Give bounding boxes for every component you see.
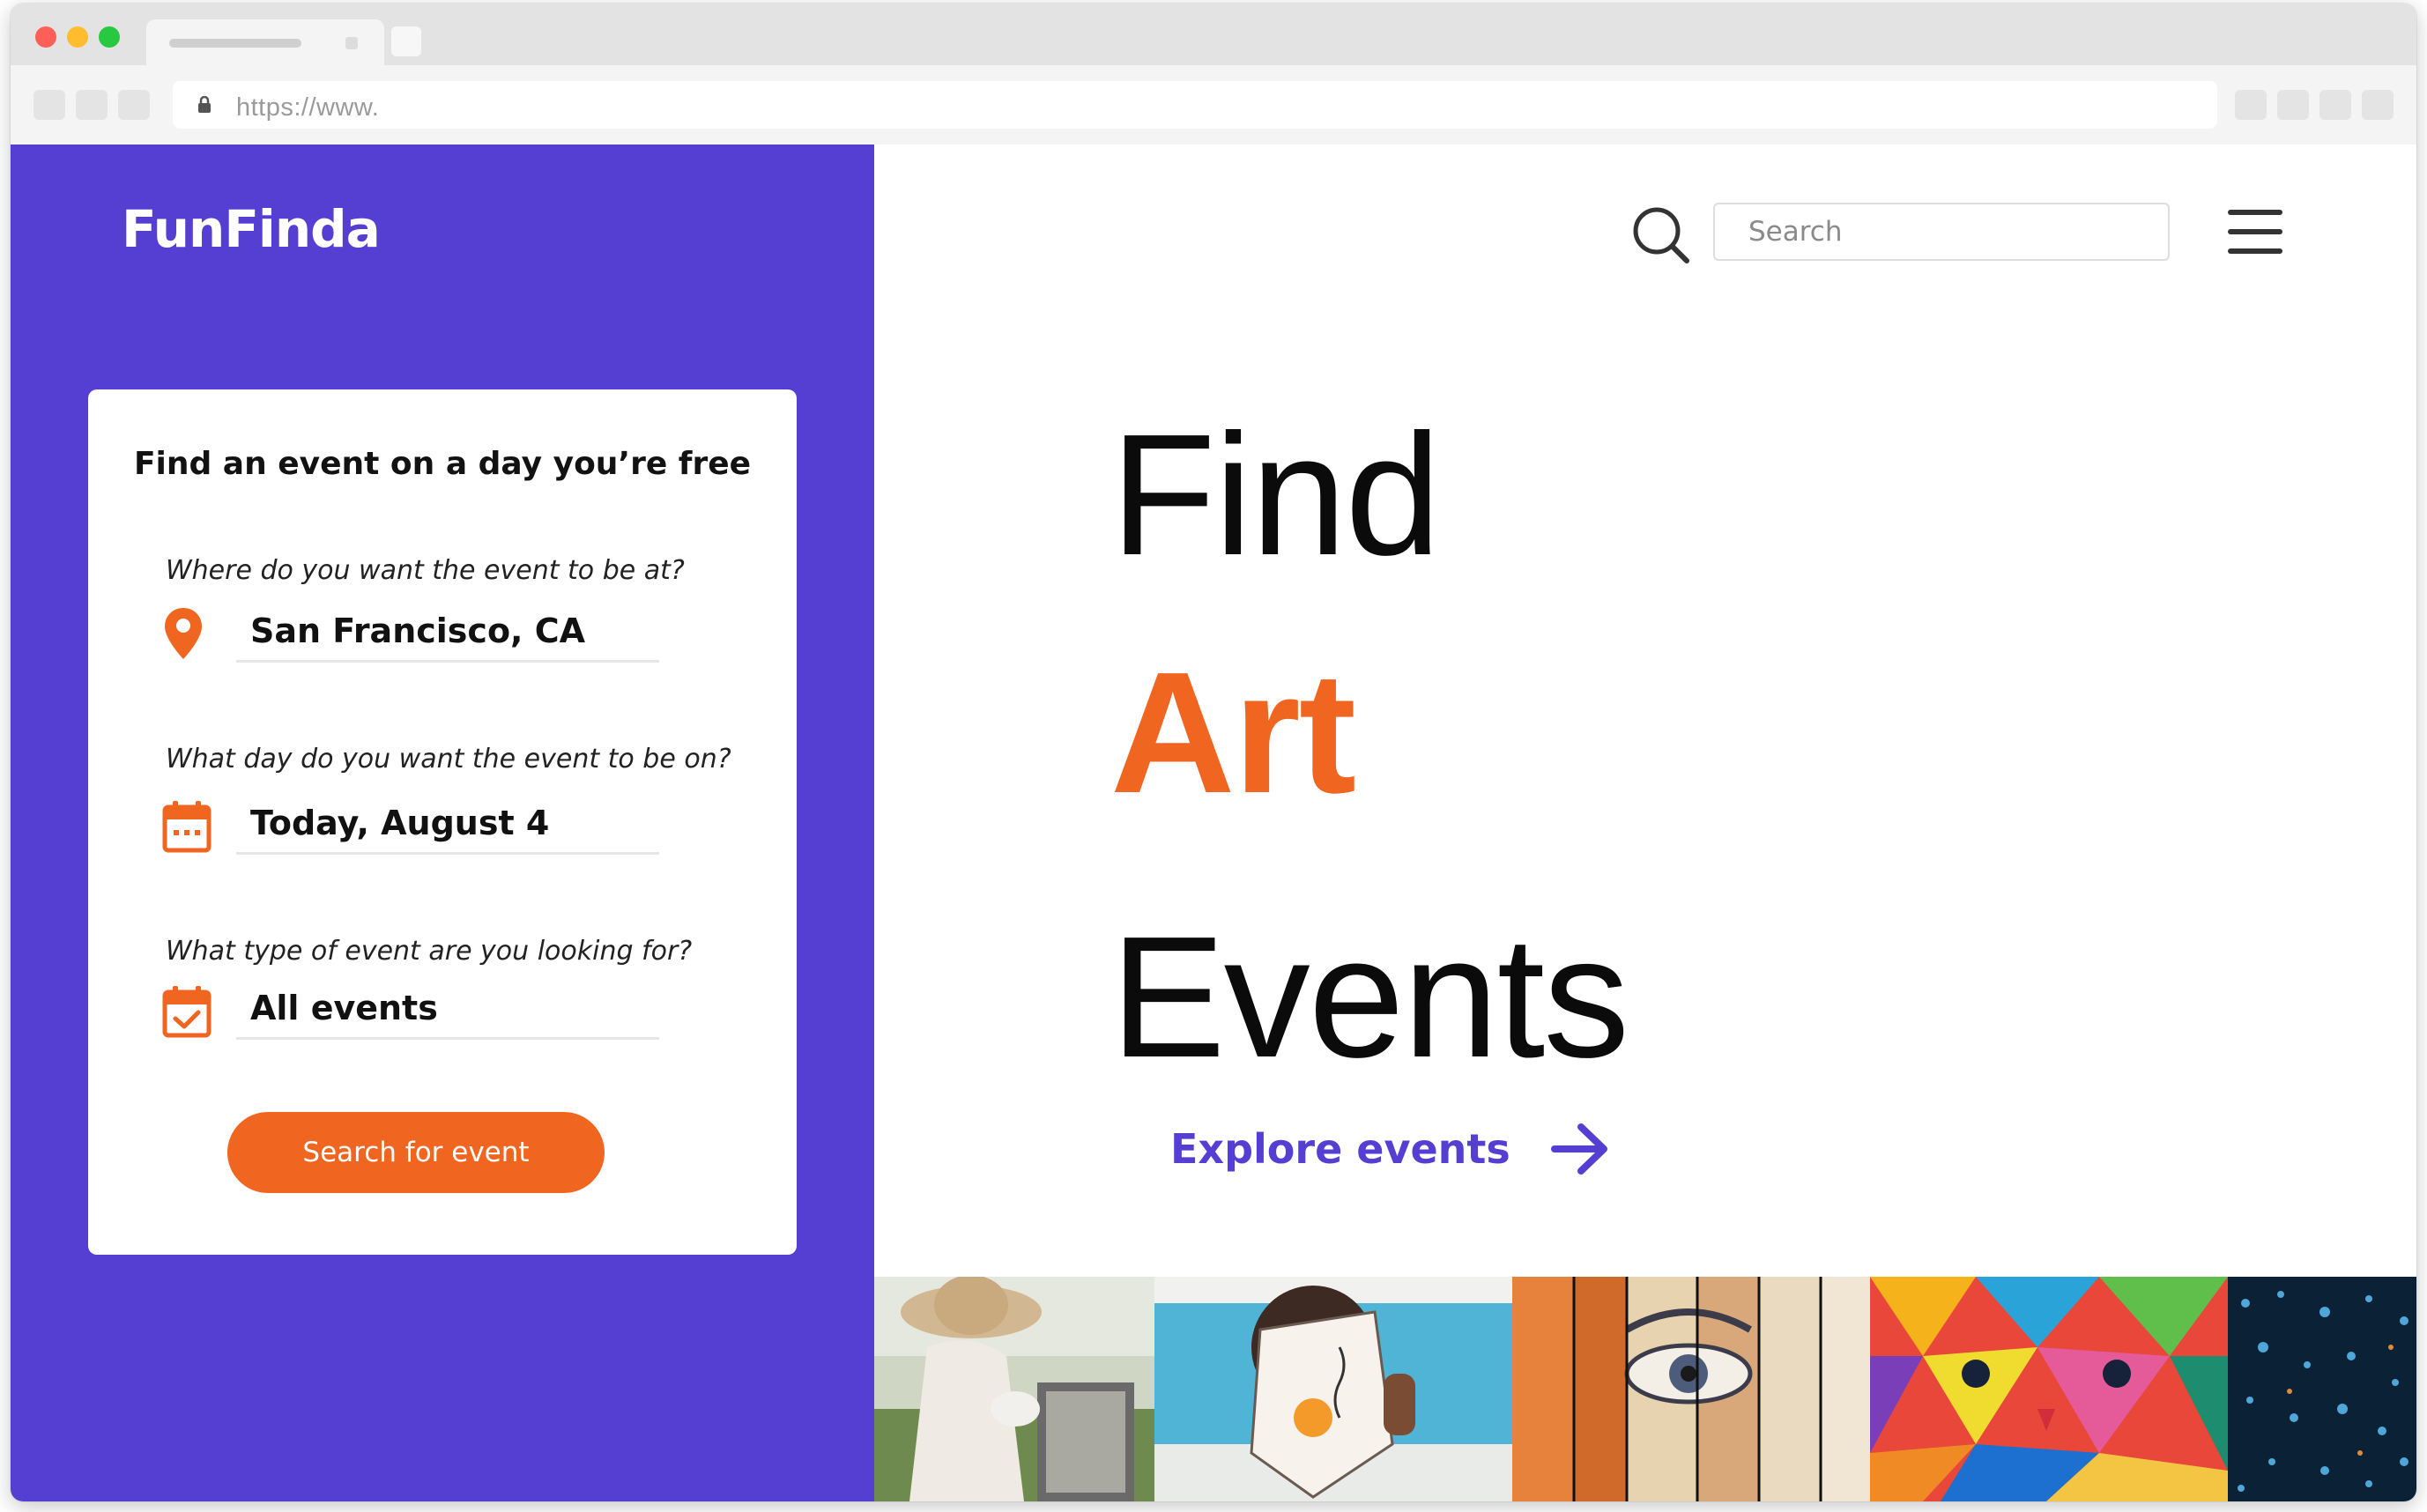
close-window-button[interactable]	[35, 26, 56, 48]
search-input[interactable]	[1713, 203, 2170, 261]
hamburger-menu-icon[interactable]	[2228, 210, 2282, 254]
map-pin-icon	[165, 608, 202, 659]
search-icon[interactable]	[1630, 204, 1692, 266]
address-bar[interactable]: https://www.	[173, 81, 2217, 129]
extension-button-4[interactable]	[2362, 90, 2394, 120]
gallery-image-light-installation[interactable]	[2228, 1277, 2416, 1501]
tab-title-placeholder	[169, 39, 301, 48]
date-question: What day do you want the event to be on?	[166, 744, 731, 775]
date-field[interactable]: Today, August 4	[236, 804, 659, 855]
minimize-window-button[interactable]	[67, 26, 88, 48]
calendar-check-icon	[162, 986, 212, 1038]
location-value: San Francisco, CA	[250, 611, 586, 650]
hero-word-find: Find	[1110, 398, 1441, 591]
gallery-image-lion-mural[interactable]	[1870, 1277, 2228, 1501]
hero-word-events: Events	[1110, 901, 1629, 1093]
image-gallery	[874, 1277, 2416, 1501]
explore-events-link[interactable]: Explore events	[1170, 1114, 1611, 1184]
gallery-image-painting[interactable]	[1154, 1277, 1512, 1501]
forward-button[interactable]	[76, 90, 108, 120]
event-finder-card: Find an event on a day you’re free Where…	[88, 389, 797, 1255]
extension-button-2[interactable]	[2277, 90, 2309, 120]
tab-close-icon[interactable]	[345, 37, 358, 49]
browser-tab-bar	[11, 4, 2416, 65]
site-logo[interactable]: FunFinda	[122, 199, 381, 259]
new-tab-button[interactable]	[391, 26, 421, 56]
sidebar-panel: FunFinda Find an event on a day you’re f…	[11, 145, 874, 1501]
type-field[interactable]: All events	[236, 989, 659, 1040]
back-button[interactable]	[33, 90, 65, 120]
location-question: Where do you want the event to be at?	[166, 555, 685, 586]
maximize-window-button[interactable]	[99, 26, 120, 48]
page-content: FunFinda Find an event on a day you’re f…	[11, 145, 2416, 1501]
explore-events-label: Explore events	[1170, 1125, 1510, 1173]
browser-window: https://www. FunFinda Find an event on a…	[11, 4, 2416, 1501]
extension-button-1[interactable]	[2235, 90, 2267, 120]
browser-tab[interactable]	[146, 19, 384, 65]
type-question: What type of event are you looking for?	[166, 936, 693, 967]
gallery-image-painter[interactable]	[874, 1277, 1154, 1501]
type-value: All events	[250, 989, 438, 1027]
browser-toolbar: https://www.	[11, 65, 2416, 145]
date-value: Today, August 4	[250, 804, 550, 842]
lock-icon	[198, 96, 211, 113]
arrow-right-icon	[1550, 1123, 1607, 1175]
hero-word-art: Art	[1110, 636, 1356, 829]
gallery-image-fence-mural[interactable]	[1512, 1277, 1870, 1501]
address-url: https://www.	[236, 93, 380, 122]
reload-button[interactable]	[118, 90, 150, 120]
extension-button-3[interactable]	[2319, 90, 2351, 120]
finder-title: Find an event on a day you’re free	[133, 446, 752, 482]
location-field[interactable]: San Francisco, CA	[236, 611, 659, 663]
search-for-event-button[interactable]: Search for event	[227, 1112, 605, 1193]
calendar-icon	[162, 801, 212, 853]
